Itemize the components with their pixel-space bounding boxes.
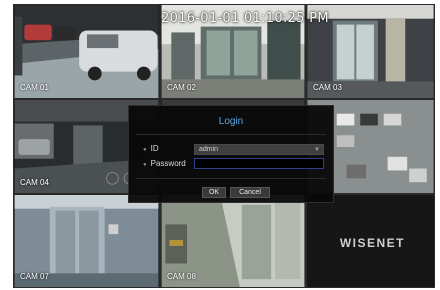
camera-tile-08[interactable]: CAM 08 bbox=[160, 194, 306, 288]
id-label: ID bbox=[150, 144, 159, 153]
chevron-down-icon[interactable]: ▼ bbox=[314, 146, 320, 155]
id-label-row: ● ID bbox=[143, 144, 159, 153]
camera-label: CAM 01 bbox=[20, 83, 49, 92]
password-label-row: ● Password bbox=[143, 159, 186, 168]
timestamp: 2016-01-01 01:10:25 PM bbox=[161, 11, 329, 26]
bullet-icon: ● bbox=[143, 147, 147, 153]
camera-label: CAM 04 bbox=[20, 178, 49, 187]
camera-label: CAM 07 bbox=[20, 272, 49, 281]
camera-label: CAM 02 bbox=[167, 83, 196, 92]
camera-label: CAM 03 bbox=[313, 83, 342, 92]
divider bbox=[136, 134, 326, 135]
camera-tile-07[interactable]: CAM 07 bbox=[13, 194, 160, 288]
camera-label: CAM 08 bbox=[167, 272, 196, 281]
dialog-title: Login bbox=[218, 116, 244, 127]
cancel-button[interactable]: Cancel bbox=[230, 187, 270, 198]
password-label: Password bbox=[150, 159, 186, 168]
password-input[interactable] bbox=[194, 158, 324, 169]
wisenet-logo: WISENET bbox=[339, 236, 405, 250]
ok-button[interactable]: OK bbox=[202, 187, 226, 198]
camera-grid: CAM 01 CAM 02 CAM 03 CAM 04 CAM 07 CAM 0… bbox=[13, 4, 435, 288]
login-dialog: Login ● ID admin ▼ ● Password OK Cancel bbox=[128, 105, 334, 203]
divider bbox=[136, 178, 326, 179]
bullet-icon: ● bbox=[143, 162, 147, 168]
id-select[interactable]: admin ▼ bbox=[194, 144, 324, 155]
camera-tile-01[interactable]: CAM 01 bbox=[13, 4, 160, 99]
id-value: admin bbox=[199, 146, 219, 153]
